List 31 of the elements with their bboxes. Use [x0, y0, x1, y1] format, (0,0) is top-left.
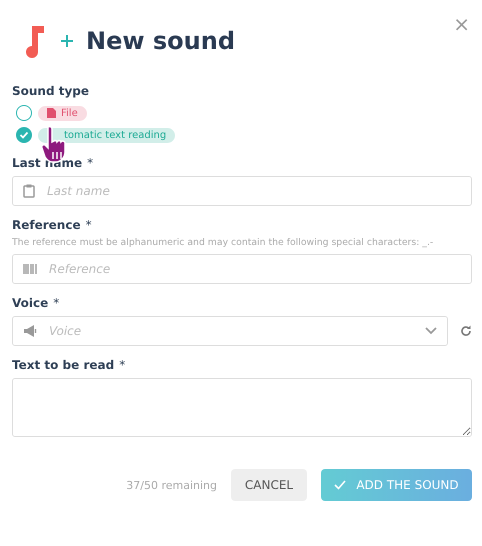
refresh-icon[interactable]	[460, 325, 472, 337]
field-label: Reference	[12, 218, 81, 232]
cancel-button[interactable]: CANCEL	[231, 469, 307, 501]
add-sound-button[interactable]: ADD THE SOUND	[321, 469, 472, 501]
voice-select[interactable]: Voice	[12, 316, 448, 346]
chevron-down-icon	[425, 327, 437, 335]
text-area[interactable]	[12, 378, 472, 437]
character-counter: 37/50 remaining	[126, 478, 217, 492]
field-label: Text to be read	[12, 358, 114, 372]
field-label: Voice	[12, 296, 48, 310]
input-field[interactable]: Last name	[12, 176, 472, 206]
radio-button[interactable]	[16, 105, 32, 121]
barcode-icon	[23, 264, 37, 274]
check-icon	[334, 480, 346, 490]
plus-icon	[60, 34, 74, 48]
dialog-title: New sound	[86, 27, 236, 55]
check-icon	[19, 130, 29, 140]
megaphone-icon	[23, 325, 37, 337]
required-mark: *	[119, 358, 126, 372]
radio-button[interactable]	[16, 127, 32, 143]
file-icon	[47, 108, 56, 118]
close-button[interactable]: ×	[453, 12, 470, 36]
required-mark: *	[87, 156, 94, 170]
clipboard-icon	[23, 184, 35, 198]
required-mark: *	[53, 296, 60, 310]
required-mark: *	[86, 218, 92, 232]
field-label: Sound type	[12, 84, 90, 98]
field-hint: The reference must be alphanumeric and may contain the following special characters: _.-	[12, 237, 434, 248]
type-chip[interactable]: File	[38, 106, 87, 120]
type-chip[interactable]: tomatic text reading	[38, 128, 176, 142]
input-field[interactable]: Reference	[12, 254, 472, 284]
